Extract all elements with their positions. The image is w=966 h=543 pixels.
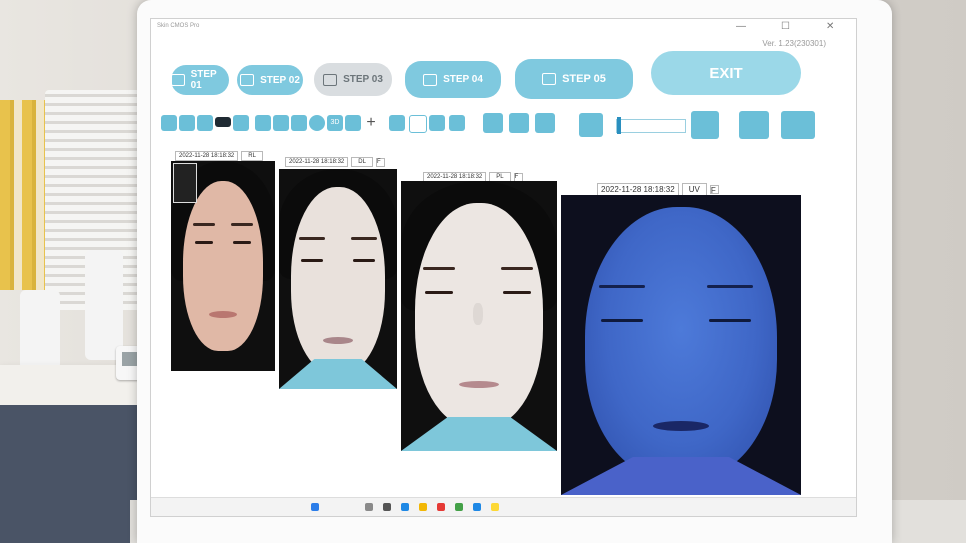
step-04-button[interactable]: STEP 04 [405, 61, 501, 98]
app-icon[interactable] [491, 503, 499, 511]
face-outline-icon[interactable] [409, 115, 427, 133]
zoom-out-icon[interactable] [579, 113, 603, 137]
face-scan-icon[interactable] [389, 115, 405, 131]
layout-1-icon[interactable] [161, 115, 177, 131]
panel-2-timestamp: 2022-11-28 18:18:32 [285, 157, 349, 167]
step-02-button[interactable]: STEP 02 [237, 65, 303, 95]
title-bar: Skin CMOS Pro — ☐ ✕ [151, 19, 856, 37]
window-title: Skin CMOS Pro [157, 23, 200, 29]
zoom-slider-handle[interactable] [617, 117, 621, 134]
step-05-button[interactable]: STEP 05 [515, 59, 633, 99]
panel-1-header: 2022-11-28 18:18:32 RL [175, 151, 263, 161]
camera-icon [171, 74, 185, 86]
exit-button[interactable]: EXIT [651, 51, 801, 95]
redo-icon[interactable] [509, 113, 529, 133]
panel-3-image[interactable] [401, 181, 557, 451]
panel-1-image[interactable] [171, 161, 275, 371]
edge-icon[interactable] [401, 503, 409, 511]
rect-tool-icon[interactable] [291, 115, 307, 131]
panel-2-flag-select[interactable]: F [375, 157, 385, 167]
grid-icon[interactable] [255, 115, 271, 131]
step-03-button[interactable]: STEP 03 [314, 63, 392, 96]
version-label: Ver. 1.23(230301) [762, 39, 826, 48]
magnifier-icon [423, 73, 438, 86]
zoom-in-icon[interactable] [691, 111, 719, 139]
explorer-icon[interactable] [419, 503, 427, 511]
app-icon[interactable] [437, 503, 445, 511]
report-icon [542, 73, 557, 85]
thumbnail-image[interactable] [173, 163, 197, 203]
app-icon[interactable] [473, 503, 481, 511]
app-icon[interactable] [455, 503, 463, 511]
panel-4-flag-select[interactable]: F [709, 185, 719, 195]
start-icon[interactable] [311, 503, 319, 511]
layout-2-icon[interactable] [179, 115, 195, 131]
layout-4-icon[interactable] [215, 117, 231, 127]
bottle [85, 250, 123, 360]
history-icon[interactable] [483, 113, 503, 133]
panel-2-image[interactable] [279, 169, 397, 389]
layout-3-icon[interactable] [197, 115, 213, 131]
panel-1-mode-select[interactable]: RL [241, 151, 263, 161]
save-icon[interactable] [739, 111, 769, 139]
app-window: Skin CMOS Pro — ☐ ✕ Ver. 1.23(230301) ST… [150, 18, 857, 517]
panel-2-header: 2022-11-28 18:18:32 DL F [285, 157, 385, 167]
panel-1-timestamp: 2022-11-28 18:18:32 [175, 151, 239, 161]
user-icon [323, 73, 338, 86]
add-icon[interactable]: + [363, 115, 379, 131]
circle-tool-icon[interactable] [309, 115, 325, 131]
panel-2-mode-select[interactable]: DL [351, 157, 373, 167]
minimize-button[interactable]: — [736, 21, 746, 32]
line-tool-icon[interactable] [273, 115, 289, 131]
user-compare-icon[interactable] [535, 113, 555, 133]
face-frame-icon[interactable] [449, 115, 465, 131]
bottle [20, 290, 60, 370]
maximize-button[interactable]: ☐ [781, 21, 790, 32]
taskbar [151, 497, 856, 516]
tool-bar: 3D + [161, 111, 851, 141]
close-button[interactable]: ✕ [826, 21, 834, 32]
print-icon[interactable] [781, 111, 815, 139]
panel-4-uv-image[interactable] [561, 195, 801, 495]
step-01-button[interactable]: STEP 01 [171, 65, 229, 95]
3d-button[interactable]: 3D [327, 115, 343, 131]
undo-icon[interactable] [345, 115, 361, 131]
face-search-icon[interactable] [429, 115, 445, 131]
zoom-slider[interactable] [616, 117, 686, 134]
folder-icon [240, 74, 255, 86]
search-icon[interactable] [365, 503, 373, 511]
person-icon[interactable] [233, 115, 249, 131]
step-bar: STEP 01 STEP 02 STEP 03 STEP 04 STEP 05 … [151, 49, 856, 105]
taskview-icon[interactable] [383, 503, 391, 511]
